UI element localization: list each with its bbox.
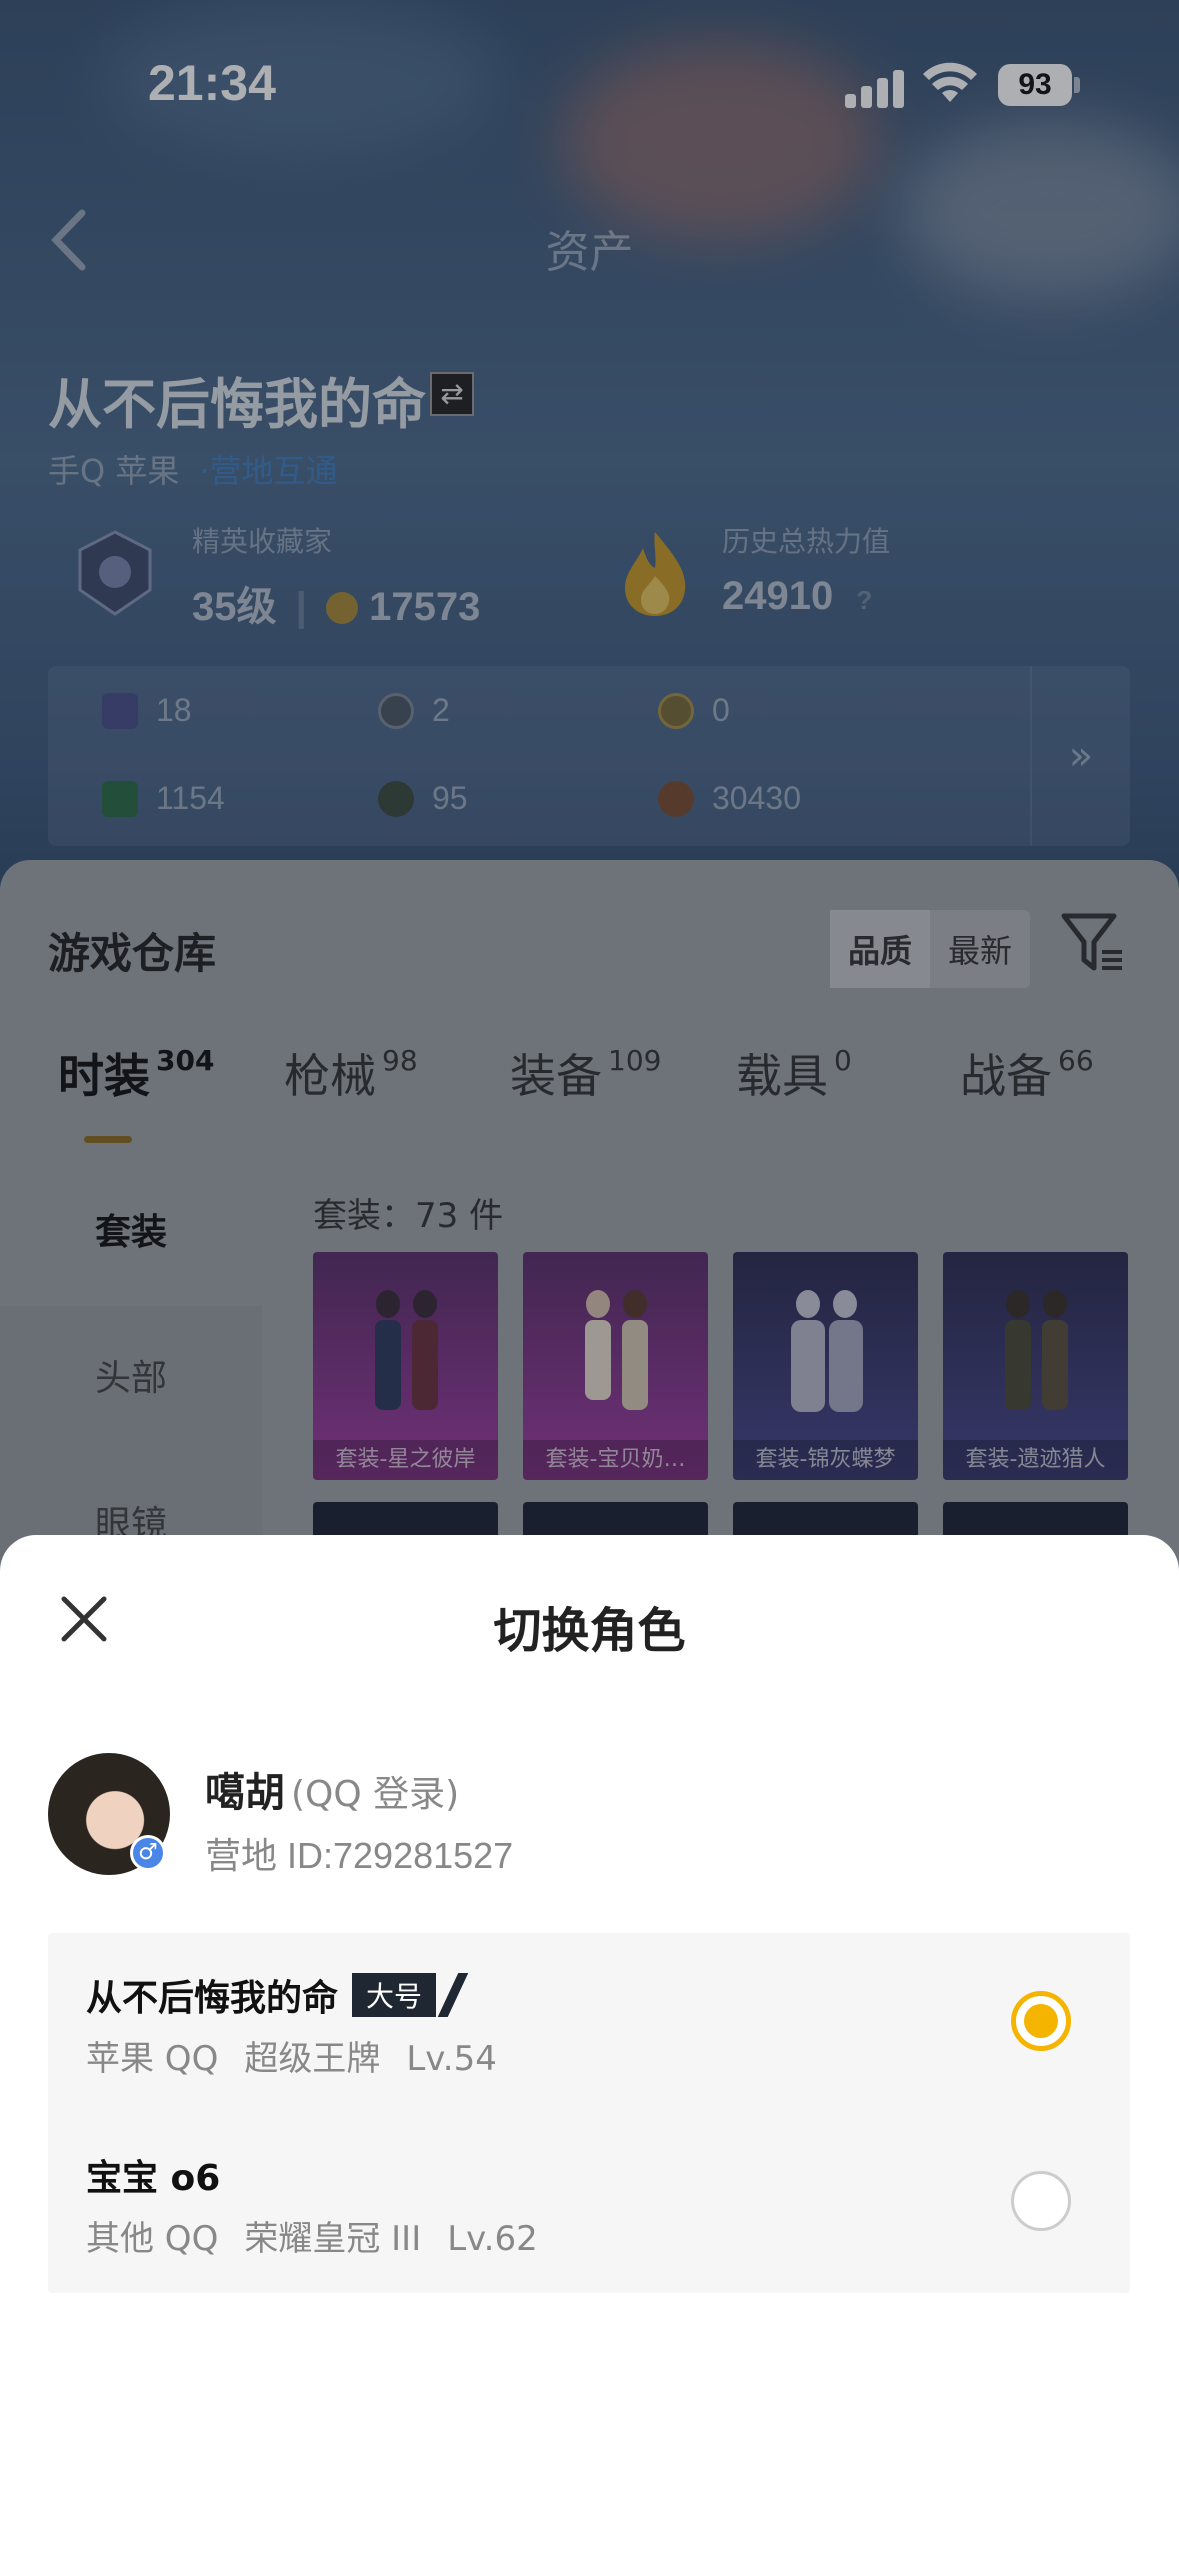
sheet-title: 切换角色 bbox=[493, 1603, 686, 1659]
switch-role-sheet: 切换角色 ♂ 噶胡 (QQ 登录) 营地 ID:729281527 从不后悔我的命… bbox=[0, 1535, 1179, 2556]
role-option[interactable]: 从不后悔我的命 大号 苹果 QQ 超级王牌 Lv.54 bbox=[48, 1933, 1130, 2113]
role-rank: 荣耀皇冠 III bbox=[244, 2219, 422, 2259]
role-name-text: 宝宝 o6 bbox=[86, 2158, 221, 2199]
account-login: (QQ 登录) bbox=[291, 1774, 460, 1815]
role-name: 宝宝 o6 bbox=[86, 2149, 220, 2201]
role-level: Lv.54 bbox=[406, 2039, 497, 2079]
role-name-text: 从不后悔我的命 bbox=[86, 1978, 339, 2019]
role-info: 其他 QQ 荣耀皇冠 III Lv.62 bbox=[86, 2211, 564, 2260]
account-name: 噶胡 (QQ 登录) bbox=[205, 1760, 459, 1818]
role-level: Lv.62 bbox=[447, 2219, 538, 2259]
role-platform: 其他 QQ bbox=[86, 2219, 219, 2259]
role-option[interactable]: 宝宝 o6 其他 QQ 荣耀皇冠 III Lv.62 bbox=[48, 2113, 1130, 2293]
role-list: 从不后悔我的命 大号 苹果 QQ 超级王牌 Lv.54 宝宝 o6 其他 QQ 荣耀皇冠… bbox=[48, 1933, 1130, 2293]
role-rank: 超级王牌 bbox=[244, 2039, 381, 2079]
account-nickname: 噶胡 bbox=[205, 1770, 285, 1816]
role-info: 苹果 QQ 超级王牌 Lv.54 bbox=[86, 2031, 523, 2080]
role-radio-selected[interactable] bbox=[1011, 1991, 1071, 2051]
role-platform: 苹果 QQ bbox=[86, 2039, 219, 2079]
main-account-badge: 大号 bbox=[352, 1973, 437, 2017]
role-radio[interactable] bbox=[1011, 2171, 1071, 2231]
male-icon: ♂ bbox=[130, 1835, 166, 1871]
account-id: 营地 ID:729281527 bbox=[205, 1835, 514, 1876]
role-name: 从不后悔我的命 大号 bbox=[86, 1969, 437, 2021]
